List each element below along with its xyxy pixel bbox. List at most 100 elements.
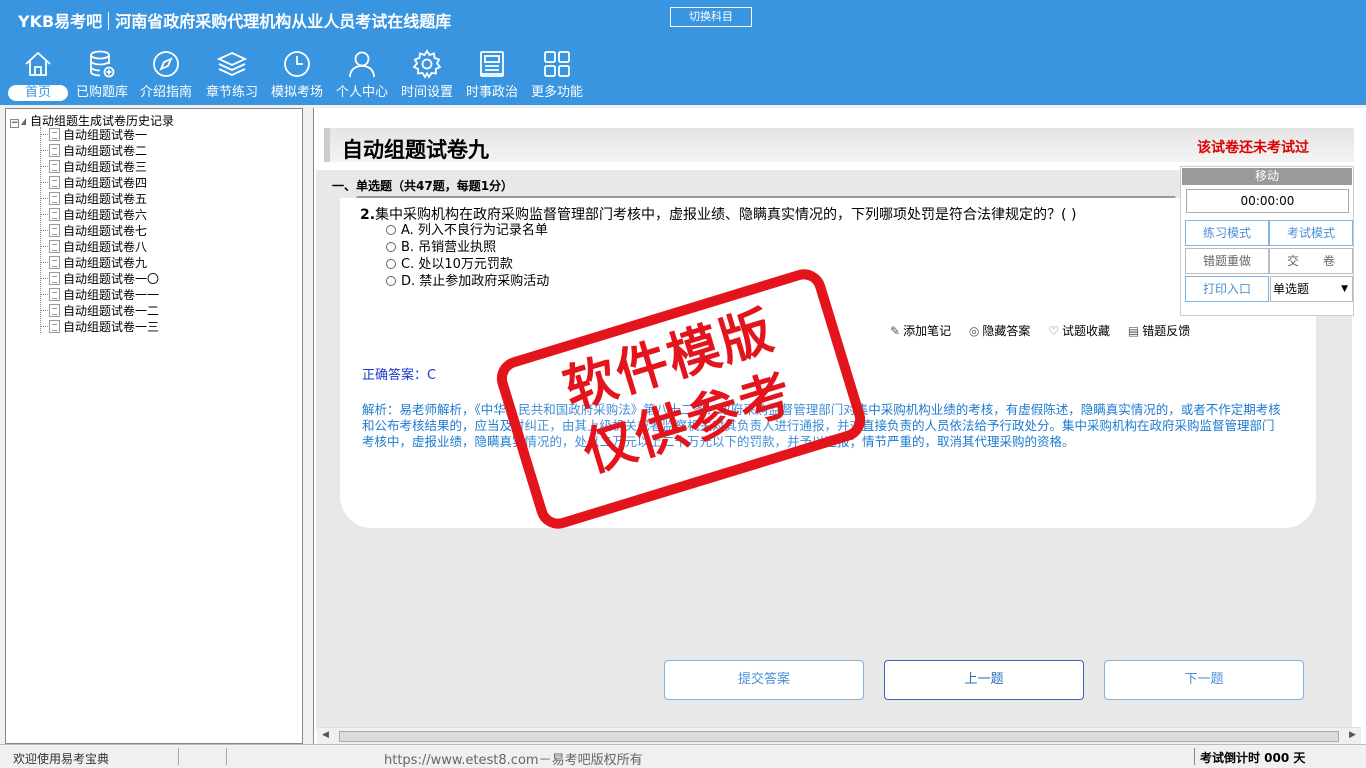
nav-more[interactable]: 更多功能 — [525, 48, 589, 104]
nav-mock-exam-label: 模拟考场 — [270, 85, 323, 100]
exam-countdown: 考试倒计时 000 天 — [1193, 748, 1306, 765]
exam-mode-button[interactable]: 考试模式 — [1269, 220, 1353, 246]
option-label: A. 列入不良行为记录名单 — [401, 223, 548, 238]
tree-item-label: 自动组题试卷一三 — [63, 320, 160, 334]
option-b[interactable]: B. 吊销营业执照 — [386, 239, 496, 257]
panel-move-handle[interactable]: 移动 — [1182, 168, 1352, 185]
tree-item[interactable]: 自动组题试卷一〇 — [40, 271, 159, 287]
nav-guide[interactable]: 介绍指南 — [134, 48, 198, 104]
document-icon — [49, 128, 60, 141]
switch-subject-button[interactable]: 切换科目 — [670, 7, 752, 27]
tree-item-label: 自动组题试卷五 — [63, 192, 148, 206]
tree-item-label: 自动组题试卷八 — [63, 240, 148, 254]
welcome-text: 欢迎使用易考宝典 — [13, 752, 110, 766]
favorite-button[interactable]: ♡ 试题收藏 — [1048, 322, 1110, 339]
database-icon — [90, 50, 115, 78]
nav-mock-exam[interactable]: 模拟考场 — [265, 48, 329, 104]
radio-icon[interactable] — [386, 259, 396, 269]
option-label: C. 处以10万元罚款 — [401, 257, 513, 272]
nav-purchased-label: 已购题库 — [75, 85, 128, 100]
tree-item[interactable]: 自动组题试卷五 — [40, 191, 147, 207]
tree-item-label: 自动组题试卷一〇 — [63, 272, 160, 286]
tree-item[interactable]: 自动组题试卷三 — [40, 159, 147, 175]
radio-icon[interactable] — [386, 276, 396, 286]
tree-item-label: 自动组题试卷四 — [63, 176, 148, 190]
redo-wrong-button[interactable]: 错题重做 — [1185, 248, 1269, 274]
submit-answer-button[interactable]: 提交答案 — [664, 660, 864, 700]
tree-item[interactable]: 自动组题试卷一 — [40, 127, 147, 143]
pencil-icon: ✎ — [890, 324, 901, 338]
document-icon — [49, 144, 60, 157]
tree-item[interactable]: 自动组题试卷一一 — [40, 287, 159, 303]
nav-home-label: 首页 — [8, 85, 68, 101]
practice-mode-button[interactable]: 练习模式 — [1185, 220, 1269, 246]
tree-item[interactable]: 自动组题试卷六 — [40, 207, 147, 223]
scroll-right-icon[interactable]: ▶ — [1349, 730, 1356, 740]
nav-purchased[interactable]: 已购题库 — [70, 48, 134, 104]
nav-home[interactable]: 首页 — [6, 48, 70, 104]
gear-icon — [412, 49, 442, 79]
eye-icon: ◎ — [968, 324, 980, 338]
user-icon — [349, 51, 375, 78]
tree-item[interactable]: 自动组题试卷八 — [40, 239, 147, 255]
document-icon — [49, 224, 60, 237]
tree-item-label: 自动组题试卷一二 — [63, 304, 160, 318]
compass-icon — [153, 51, 179, 77]
nav-current-affairs-label: 时事政治 — [465, 85, 518, 100]
tree-item-label: 自动组题试卷三 — [63, 160, 148, 174]
paper-history-tree: − 自动组题生成试卷历史记录 自动组题试卷一 自动组题试卷二 自动组题试卷三 自动… — [5, 108, 303, 744]
exam-timer: 00:00:00 — [1186, 189, 1349, 213]
option-a[interactable]: A. 列入不良行为记录名单 — [386, 222, 548, 240]
option-d[interactable]: D. 禁止参加政府采购活动 — [386, 273, 549, 291]
scrollbar-thumb[interactable] — [339, 731, 1339, 742]
tree-item-label: 自动组题试卷七 — [63, 224, 148, 238]
nav-user-center[interactable]: 个人中心 — [330, 48, 394, 104]
nav-current-affairs[interactable]: 时事政治 — [460, 48, 524, 104]
status-divider — [178, 748, 179, 765]
nav-time-settings[interactable]: 时间设置 — [395, 48, 459, 104]
document-icon — [49, 288, 60, 301]
exam-control-panel: 移动 00:00:00 练习模式 考试模式 错题重做 交 卷 打印入口 单选题 … — [1180, 166, 1354, 316]
answer-label: 正确答案： — [362, 368, 428, 383]
logo-text: YKB易考吧 — [18, 12, 103, 31]
document-icon — [49, 272, 60, 285]
copyright-url: https://www.etest8.com－易考吧版权所有 — [384, 753, 643, 768]
chevron-down-icon: ▼ — [1341, 284, 1348, 294]
document-icon — [49, 208, 60, 221]
tree-item[interactable]: 自动组题试卷七 — [40, 223, 147, 239]
clock-icon — [284, 51, 310, 77]
home-icon — [25, 51, 51, 76]
nav-more-label: 更多功能 — [530, 85, 583, 100]
feedback-icon: ▤ — [1127, 324, 1140, 338]
app-header: YKB易考吧 河南省政府采购代理机构从业人员考试在线题库 切换科目 首页 已购题库… — [0, 0, 1366, 105]
add-note-button[interactable]: ✎ 添加笔记 — [890, 322, 951, 339]
tree-item[interactable]: 自动组题试卷一二 — [40, 303, 159, 319]
nav-chapter-practice[interactable]: 章节练习 — [200, 48, 264, 104]
question-type-select[interactable]: 单选题 ▼ — [1270, 276, 1353, 302]
tree-item[interactable]: 自动组题试卷二 — [40, 143, 147, 159]
print-button[interactable]: 打印入口 — [1185, 276, 1269, 302]
error-feedback-button[interactable]: ▤ 错题反馈 — [1128, 322, 1190, 339]
radio-icon[interactable] — [386, 225, 396, 235]
collapse-toggle-icon[interactable]: − — [10, 119, 19, 128]
previous-question-button[interactable]: 上一题 — [884, 660, 1084, 700]
action-label: 添加笔记 — [903, 324, 952, 338]
radio-icon[interactable] — [386, 242, 396, 252]
heart-icon: ♡ — [1048, 324, 1059, 338]
hide-answer-button[interactable]: ◎ 隐藏答案 — [969, 322, 1031, 339]
next-question-button[interactable]: 下一题 — [1104, 660, 1304, 700]
tree-item-label: 自动组题试卷一 — [63, 128, 148, 142]
tree-item[interactable]: 自动组题试卷一三 — [40, 319, 159, 335]
tree-item-label: 自动组题试卷九 — [63, 256, 148, 270]
document-icon — [49, 240, 60, 253]
question-number: 2. — [360, 207, 376, 223]
document-icon — [49, 160, 60, 173]
horizontal-scrollbar[interactable]: ◀ ▶ — [317, 727, 1361, 744]
scroll-left-icon[interactable]: ◀ — [322, 730, 329, 740]
option-c[interactable]: C. 处以10万元罚款 — [386, 256, 513, 274]
hand-in-button[interactable]: 交 卷 — [1269, 248, 1353, 274]
section-heading: 一、单选题（共47题，每题1分） — [332, 179, 514, 193]
tree-item[interactable]: 自动组题试卷四 — [40, 175, 147, 191]
layers-icon — [216, 52, 248, 76]
tree-item-selected[interactable]: 自动组题试卷九 — [40, 255, 147, 271]
